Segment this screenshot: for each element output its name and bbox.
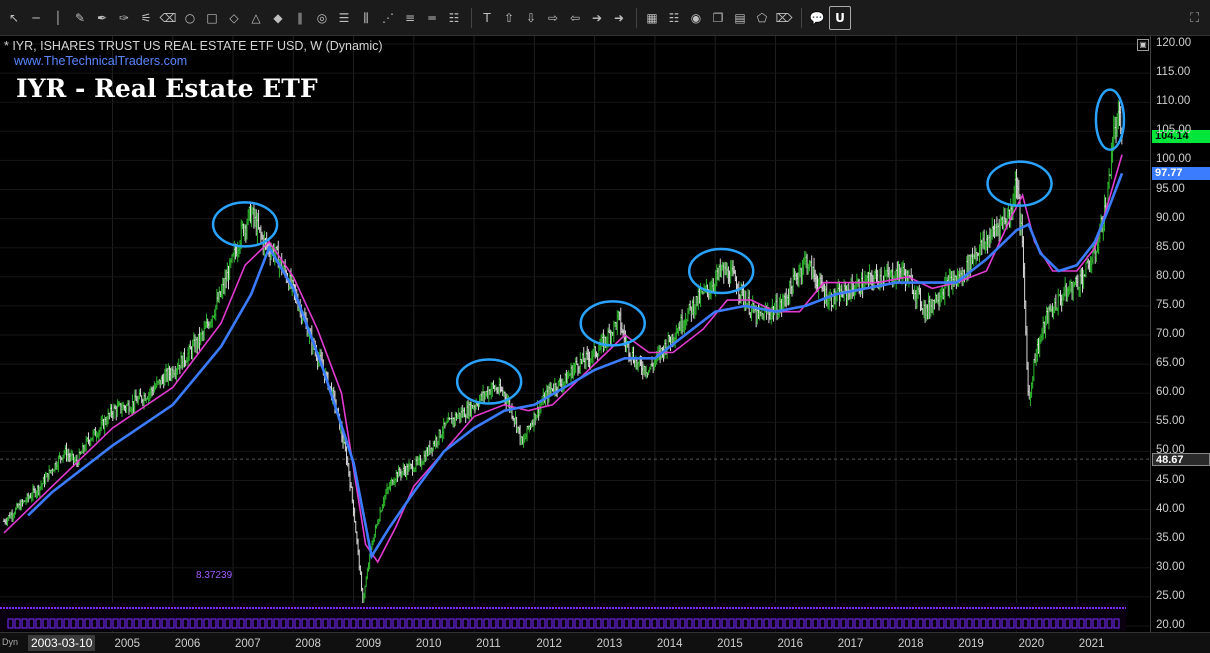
- arrow-up-icon[interactable]: ⇧: [499, 7, 519, 29]
- time-tick: 2012: [536, 638, 562, 650]
- shape-icon[interactable]: ⬠: [752, 7, 772, 29]
- fibonacci-icon[interactable]: ◎: [312, 7, 332, 29]
- bars-icon[interactable]: ⫼: [356, 7, 376, 29]
- time-tick: 2013: [596, 638, 623, 650]
- price-chart[interactable]: [0, 36, 1150, 632]
- arrow-down-icon[interactable]: ⇩: [521, 7, 541, 29]
- price-tick: 90.00: [1156, 211, 1185, 224]
- price-tick: 100.00: [1156, 153, 1192, 166]
- grid-icon[interactable]: ▦: [642, 7, 662, 29]
- eraser2-icon[interactable]: ⌦: [774, 7, 794, 29]
- pen-icon[interactable]: ✒: [92, 7, 112, 29]
- time-tick: 2017: [837, 638, 864, 650]
- price-tick: 20.00: [1156, 619, 1185, 631]
- price-tick: 30.00: [1156, 560, 1185, 573]
- price-tick: 40.00: [1156, 502, 1185, 515]
- time-tick: 2010: [415, 638, 442, 650]
- price-tick: 35.00: [1156, 531, 1185, 544]
- text-icon[interactable]: T: [477, 7, 497, 29]
- triangle-icon[interactable]: △: [246, 7, 266, 29]
- equal-icon[interactable]: ═: [422, 7, 442, 29]
- magnet-icon[interactable]: U: [829, 5, 851, 30]
- fullscreen-icon[interactable]: ⛶: [1190, 10, 1199, 26]
- slow-moving-average-line: [27, 172, 1124, 560]
- zigzag-icon[interactable]: ⋰: [378, 7, 398, 29]
- image-icon[interactable]: ▤: [730, 7, 750, 29]
- arrow-left-icon[interactable]: ⇦: [565, 7, 585, 29]
- horizontal-line-icon[interactable]: ─: [26, 7, 46, 29]
- time-tick: 2018: [897, 638, 924, 650]
- price-tick: 80.00: [1156, 269, 1185, 282]
- price-tick: 55.00: [1156, 415, 1185, 428]
- start-date: 2003-03-10: [28, 635, 96, 651]
- website-link[interactable]: www.TheTechnicalTraders.com: [14, 54, 187, 68]
- ma-value-tag: 97.77: [1152, 167, 1210, 181]
- price-tick: 110.00: [1156, 95, 1191, 108]
- time-tick: 2009: [355, 638, 382, 650]
- time-tick: 2005: [114, 638, 141, 650]
- arrow-left2-icon[interactable]: ➜: [609, 7, 629, 29]
- time-tick: 2021: [1078, 638, 1105, 650]
- time-tick: 2016: [777, 638, 804, 650]
- price-tick: 70.00: [1156, 328, 1185, 340]
- ellipse-icon[interactable]: ○: [180, 7, 200, 29]
- time-tick: 2014: [656, 638, 683, 650]
- time-tick: 2006: [174, 638, 201, 650]
- chart-title: IYR - Real Estate ETF: [16, 74, 318, 103]
- price-tick: 25.00: [1156, 589, 1185, 602]
- price-tick: 65.00: [1156, 357, 1185, 370]
- lines-icon[interactable]: ☷: [664, 7, 684, 29]
- arrow-right2-icon[interactable]: ➔: [587, 7, 607, 29]
- price-tick: 115.00: [1156, 66, 1191, 79]
- symbol-description: * IYR, ISHARES TRUST US REAL ESTATE ETF …: [4, 39, 383, 53]
- fast-moving-average-line: [3, 154, 1123, 564]
- eye-icon[interactable]: ◉: [686, 7, 706, 29]
- price-tick: 60.00: [1156, 386, 1185, 399]
- pencil-icon[interactable]: ✎: [70, 7, 90, 29]
- price-tick: 120.00: [1156, 37, 1192, 49]
- paint-icon[interactable]: ⚟: [136, 7, 156, 29]
- drawing-toolbar: ↖ ─ │ ✎ ✒ ✑ ⚟ ⌫ ○ □ ◇ △ ◆ ∥ ◎ ☰ ⫼ ⋰ ≡ ═ ☷ T ⇧ ⇩ ⇨ ⇦ ➔ ➜ ▦ ☷ ◉ ❐ ▤ ⬠ ⌦ 💬 U: [0, 0, 1210, 36]
- list-icon[interactable]: ≡: [400, 7, 420, 29]
- expand-icon[interactable]: ▣: [1137, 39, 1149, 51]
- price-tick: 50.00: [1156, 444, 1185, 457]
- time-tick: 2007: [235, 638, 261, 650]
- gann-icon[interactable]: ☰: [334, 7, 354, 29]
- toolbar-separator: [471, 7, 472, 28]
- time-tick: 2008: [295, 638, 321, 650]
- time-tick: 2019: [958, 638, 984, 650]
- vertical-line-icon[interactable]: │: [48, 7, 68, 29]
- rows-icon[interactable]: ☷: [444, 7, 464, 29]
- clone-icon[interactable]: ❐: [708, 7, 728, 29]
- dyn-label[interactable]: Dyn: [2, 637, 18, 647]
- arrow-right-icon[interactable]: ⇨: [543, 7, 563, 29]
- diamond-icon[interactable]: ◇: [224, 7, 244, 29]
- time-tick: 2020: [1018, 638, 1045, 650]
- time-tick: 2015: [717, 638, 743, 650]
- parallel-lines-icon[interactable]: ∥: [290, 7, 310, 29]
- time-tick: 2011: [476, 638, 501, 650]
- brush-icon[interactable]: ✑: [114, 7, 134, 29]
- price-tick: 85.00: [1156, 240, 1185, 253]
- price-tick: 95.00: [1156, 182, 1185, 195]
- chart-area[interactable]: [0, 36, 1150, 632]
- highlight-circle: [579, 300, 646, 347]
- toolbar-separator: [636, 7, 637, 28]
- rectangle-icon[interactable]: □: [202, 7, 222, 29]
- eraser-icon[interactable]: ⌫: [158, 7, 178, 29]
- price-tick: 45.00: [1156, 473, 1185, 486]
- price-tick: 105.00: [1156, 124, 1192, 137]
- price-tick: 75.00: [1156, 298, 1185, 311]
- comment-icon[interactable]: 💬: [807, 7, 827, 29]
- toolbar-separator: [801, 7, 802, 28]
- marker-icon[interactable]: ◆: [268, 7, 288, 29]
- select-arrow-icon[interactable]: ↖: [4, 7, 24, 29]
- indicator-value: 8.37239: [196, 570, 233, 581]
